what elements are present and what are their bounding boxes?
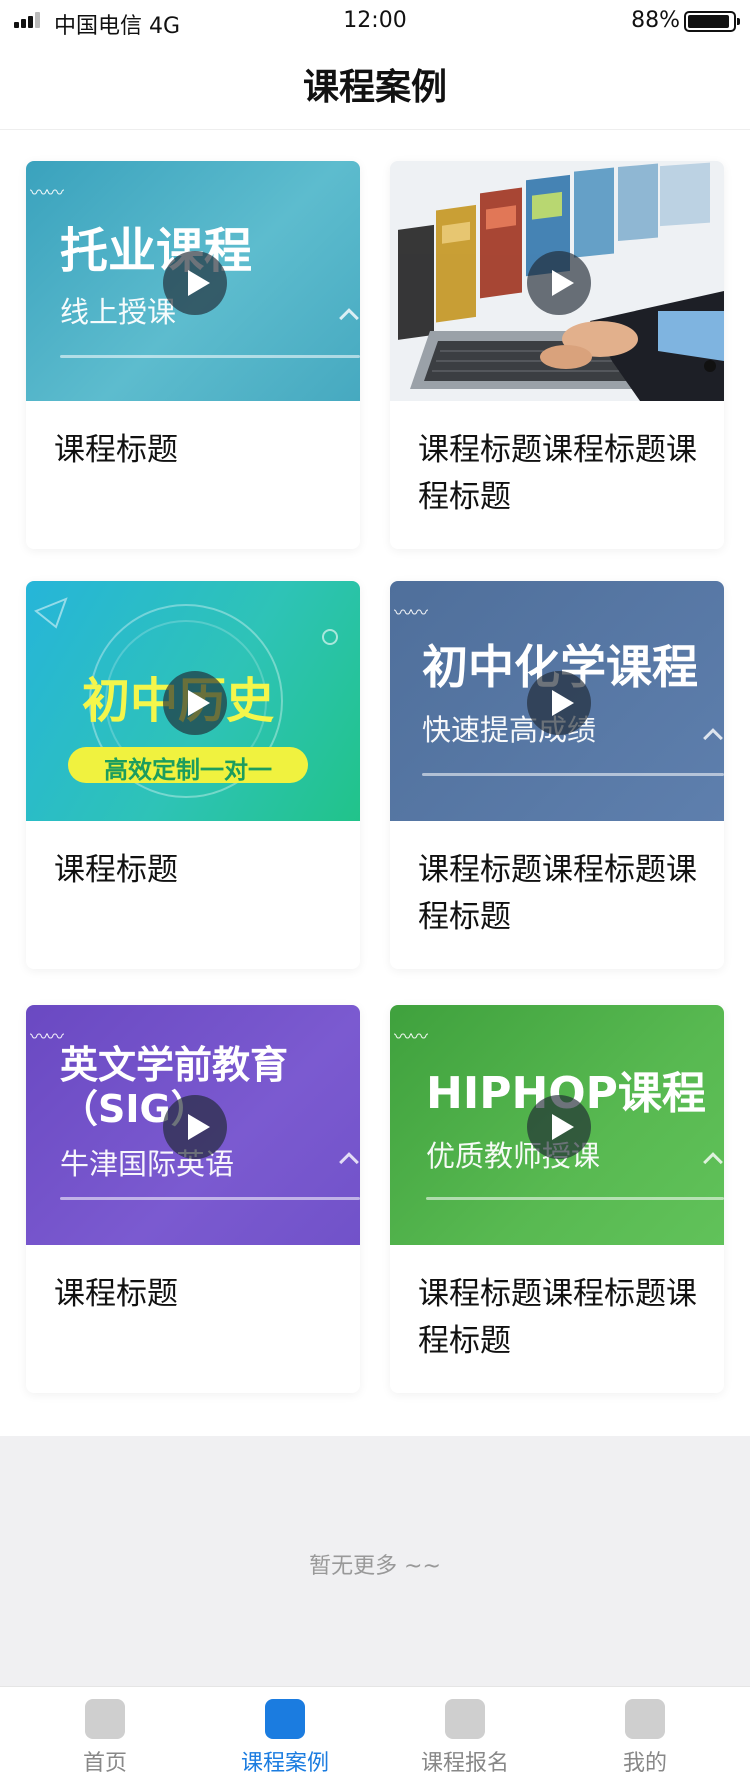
course-title: 课程标题 — [54, 852, 178, 888]
tab-course-cases[interactable]: 课程案例 — [195, 1687, 375, 1780]
wave-decoration-icon: 〰〰 — [30, 183, 64, 204]
divider — [60, 355, 360, 358]
tab-mine[interactable]: 我的 — [555, 1687, 735, 1780]
page-title: 课程案例 — [302, 67, 447, 108]
tab-label: 我的 — [622, 1751, 667, 1776]
divider — [426, 1197, 724, 1200]
wave-decoration-icon: 〰〰 — [30, 1027, 64, 1048]
tab-label: 首页 — [82, 1751, 127, 1776]
play-icon[interactable] — [527, 671, 591, 735]
course-card[interactable]: 〰〰 初中化学课程 快速提高成绩 课程标题课程标题课程标题 — [390, 581, 724, 969]
play-icon[interactable] — [163, 1095, 227, 1159]
play-icon[interactable] — [527, 251, 591, 315]
course-card[interactable]: 〰〰 英文学前教育（SIG） 牛津国际英语 课程标题 — [26, 1005, 360, 1393]
course-thumbnail[interactable] — [390, 161, 724, 401]
profile-icon — [625, 1699, 665, 1739]
course-thumbnail[interactable]: 〰〰 英文学前教育（SIG） 牛津国际英语 — [26, 1005, 360, 1245]
course-title: 课程标题 — [54, 432, 178, 468]
play-icon[interactable] — [527, 1095, 591, 1159]
wave-decoration-icon: 〰〰 — [394, 1027, 428, 1048]
tab-label: 课程报名 — [420, 1751, 509, 1776]
thumbnail-subtitle: 线上授课 — [60, 295, 177, 329]
course-thumbnail[interactable]: 〰〰 HIPHOP课程 优质教师授课 — [390, 1005, 724, 1245]
course-title: 课程标题课程标题课程标题 — [418, 852, 697, 935]
tab-course-signup[interactable]: 课程报名 — [375, 1687, 555, 1780]
course-thumbnail[interactable]: 初中历史 高效定制一对一 — [26, 581, 360, 821]
tab-home[interactable]: 首页 — [15, 1687, 195, 1780]
course-card[interactable]: 初中历史 高效定制一对一 课程标题 — [26, 581, 360, 969]
status-bar: 中国电信 4G 12:00 88% — [0, 0, 750, 42]
divider — [60, 1197, 360, 1200]
wave-decoration-icon: 〰〰 — [394, 603, 428, 624]
thumbnail-pill: 高效定制一对一 — [68, 747, 308, 784]
tab-bar: 首页 课程案例 课程报名 我的 — [0, 1686, 750, 1780]
nav-bar: 课程案例 — [0, 42, 750, 130]
thumbnail-subtitle: 高效定制一对一 — [104, 756, 272, 784]
signup-icon — [445, 1699, 485, 1739]
course-title: 课程标题课程标题课程标题 — [418, 432, 697, 515]
chevron-up-icon — [703, 1152, 723, 1172]
play-icon[interactable] — [163, 251, 227, 315]
course-thumbnail[interactable]: 〰〰 托业课程 线上授课 — [26, 161, 360, 401]
no-more-text: 暂无更多 ~~ — [309, 1554, 441, 1579]
course-card[interactable]: 课程标题课程标题课程标题 — [390, 161, 724, 549]
course-card[interactable]: 〰〰 托业课程 线上授课 课程标题 — [26, 161, 360, 549]
list-end-band: 暂无更多 ~~ — [0, 1436, 750, 1686]
chevron-up-icon — [703, 728, 723, 748]
chevron-up-icon — [339, 308, 359, 328]
course-thumbnail[interactable]: 〰〰 初中化学课程 快速提高成绩 — [390, 581, 724, 821]
tab-label: 课程案例 — [240, 1751, 329, 1776]
chevron-up-icon — [339, 1152, 359, 1172]
battery-percent: 88% — [631, 8, 680, 33]
course-title: 课程标题课程标题课程标题 — [418, 1276, 697, 1359]
home-icon — [85, 1699, 125, 1739]
divider — [422, 773, 724, 776]
play-icon[interactable] — [163, 671, 227, 735]
battery-icon — [684, 11, 740, 32]
course-card[interactable]: 〰〰 HIPHOP课程 优质教师授课 课程标题课程标题课程标题 — [390, 1005, 724, 1393]
course-cases-icon — [265, 1699, 305, 1739]
course-title: 课程标题 — [54, 1276, 178, 1312]
